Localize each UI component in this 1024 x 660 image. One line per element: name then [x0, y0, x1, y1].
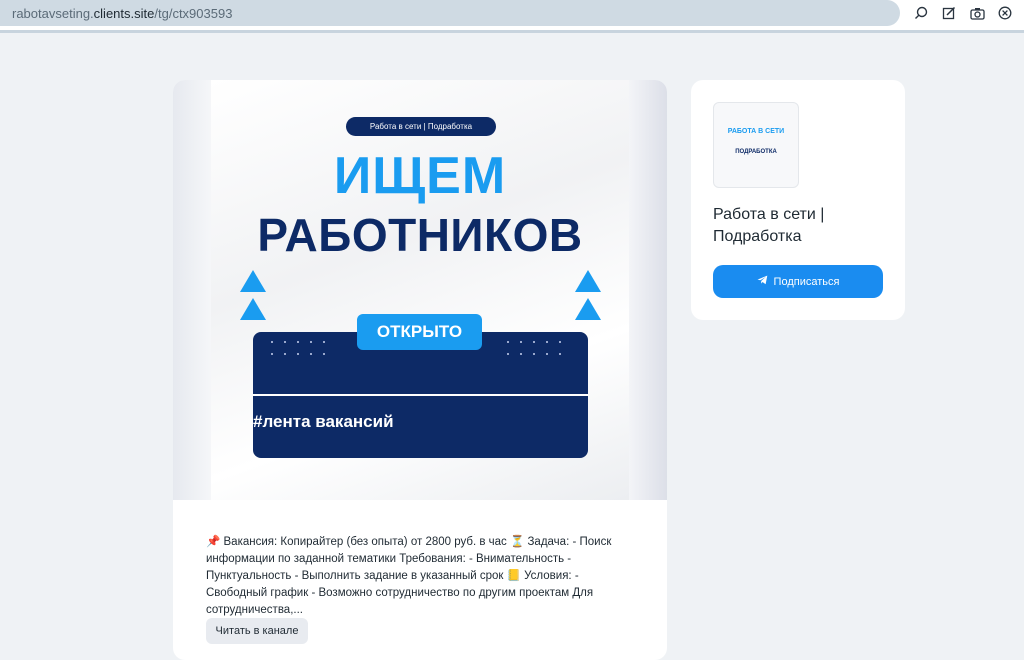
dots-decor-left — [271, 341, 336, 355]
channel-logo[interactable]: РАБОТА В СЕТИ ПОДРАБОТКА — [713, 102, 799, 188]
subscribe-label: Подписаться — [773, 275, 840, 288]
url-text[interactable]: rabotavseting.clients.site/tg/ctx903593 — [12, 6, 232, 21]
banner-headline-2: РАБОТНИКОВ — [257, 209, 583, 261]
logo-text-primary: РАБОТА В СЕТИ — [727, 128, 785, 135]
close-icon[interactable] — [994, 4, 1016, 22]
dots-decor-right — [507, 341, 572, 355]
search-icon[interactable] — [910, 4, 932, 22]
post-card: Работа в сети | Подработка ИЩЕМ РАБОТНИК… — [173, 80, 667, 660]
telegram-icon — [757, 275, 768, 288]
banner-hashtag: #лента вакансий — [253, 412, 394, 431]
url-prefix: rabotavseting. — [12, 6, 94, 21]
toolbar-divider — [0, 30, 1024, 33]
subscribe-button[interactable]: Подписаться — [713, 265, 883, 298]
banner-open-badge: ОТКРЫТО — [357, 314, 482, 350]
channel-title: Работа в сети | Подработка — [713, 206, 825, 245]
triangle-decor-left-bottom — [240, 298, 266, 320]
edit-icon[interactable] — [938, 4, 960, 22]
banner-panel — [253, 332, 588, 458]
url-path: /tg/ctx903593 — [154, 6, 233, 21]
post-image[interactable]: Работа в сети | Подработка ИЩЕМ РАБОТНИК… — [173, 80, 667, 500]
channel-card: РАБОТА В СЕТИ ПОДРАБОТКА Работа в сети |… — [691, 80, 905, 320]
triangle-decor-right-bottom — [575, 298, 601, 320]
banner-channel-pill: Работа в сети | Подработка — [346, 117, 496, 136]
post-description: 📌 Вакансия: Копирайтер (без опыта) от 28… — [206, 536, 612, 616]
url-host: clients.site — [93, 6, 155, 21]
browser-toolbar: rabotavseting.clients.site/tg/ctx903593 — [0, 0, 1024, 32]
camera-icon[interactable] — [966, 4, 988, 22]
logo-text-secondary: ПОДРАБОТКА — [735, 149, 777, 155]
triangle-decor-left-top — [240, 270, 266, 292]
banner-headline-1: ИЩЕМ — [333, 147, 507, 205]
read-in-channel-button[interactable]: Читать в канале — [206, 618, 308, 644]
triangle-decor-right-top — [575, 270, 601, 292]
panel-divider — [253, 394, 588, 396]
address-bar[interactable]: rabotavseting.clients.site/tg/ctx903593 — [0, 0, 900, 26]
toolbar-icons — [910, 4, 1016, 22]
